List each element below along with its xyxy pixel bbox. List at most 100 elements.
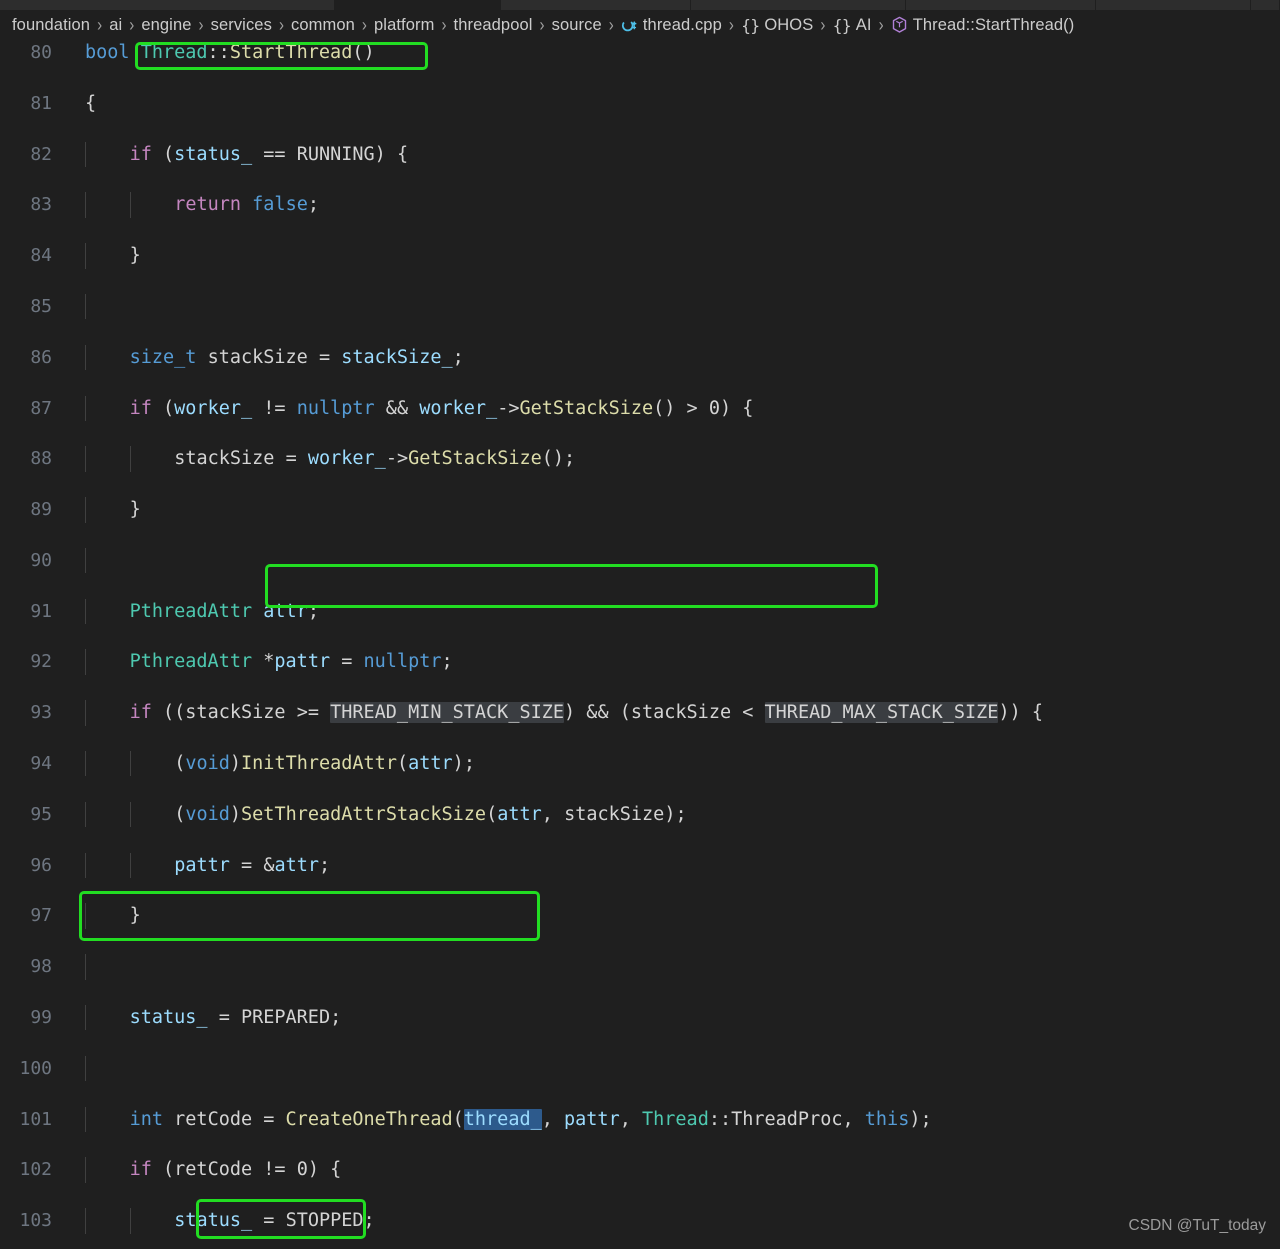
line-number: 94 — [30, 753, 52, 775]
code-line[interactable]: 85 — [0, 293, 1280, 320]
breadcrumb-item-label: threadpool — [453, 15, 533, 34]
breadcrumb-separator: › — [878, 14, 884, 36]
breadcrumb-item-services[interactable]: services — [211, 16, 272, 35]
code-text: (void)SetThreadAttrStackSize(attr, stack… — [174, 803, 687, 825]
indent-guide — [85, 1157, 86, 1183]
breadcrumb-item-ai[interactable]: ai — [109, 16, 122, 35]
breadcrumb-separator: › — [539, 14, 545, 36]
line-number: 83 — [30, 194, 52, 216]
indent-guide — [85, 649, 86, 675]
indent-guide — [85, 1208, 86, 1234]
code-line[interactable]: 81 { — [0, 91, 1280, 116]
code-line[interactable]: 102 if (retCode != 0) { — [0, 1157, 1280, 1183]
code-line[interactable]: 87 if (worker_ != nullptr && worker_->Get… — [0, 395, 1280, 421]
breadcrumb-separator: › — [278, 14, 285, 36]
code-line[interactable]: 88 stackSize = worker_->GetStackSize(); — [0, 446, 1280, 472]
line-number: 82 — [30, 143, 52, 165]
code-line[interactable]: 82 if (status_ == RUNNING) { — [0, 141, 1280, 167]
breadcrumb-separator: › — [608, 14, 614, 36]
breadcrumb-item-label: platform — [374, 15, 435, 34]
indent-guide — [129, 801, 131, 828]
line-number: 102 — [19, 1159, 52, 1181]
code-line[interactable]: 99 status_ = PREPARED; — [0, 1005, 1280, 1031]
code-text: int retCode = CreateOneThread(thread_, p… — [129, 1108, 932, 1130]
indent-guide — [85, 141, 86, 167]
code-text: if (status_ == RUNNING) { — [129, 143, 409, 165]
indent-guide — [85, 852, 86, 879]
breadcrumb-item-label: AI — [855, 15, 872, 34]
editor-tab[interactable] — [0, 0, 335, 10]
breadcrumb-item-ohos[interactable]: {} OHOS — [741, 16, 813, 35]
breadcrumb[interactable]: foundation › ai › engine › services › common › pla… — [0, 10, 1280, 40]
breadcrumb-item-threadpool[interactable]: threadpool — [454, 16, 533, 35]
code-line[interactable]: 93 if ((stackSize >= THREAD_MIN_STACK_SIZ… — [0, 700, 1280, 726]
breadcrumb-item-ai[interactable]: {} AI — [832, 16, 871, 35]
editor-tab[interactable] — [691, 0, 906, 10]
code-line[interactable]: 86 size_t stackSize = stackSize_; — [0, 344, 1280, 371]
code-line[interactable]: 80 bool Thread::StartThread() — [0, 40, 1280, 65]
code-line[interactable]: 92 PthreadAttr *pattr = nullptr; — [0, 649, 1280, 675]
breadcrumb-separator: › — [441, 14, 447, 36]
code-line[interactable]: 83 return false; — [0, 192, 1280, 218]
breadcrumb-item-engine[interactable]: engine — [141, 16, 191, 35]
code-text: status_ = STOPPED; — [174, 1210, 375, 1232]
code-text: stackSize = worker_->GetStackSize(); — [174, 448, 576, 470]
line-number: 101 — [19, 1108, 52, 1130]
code-line[interactable]: 89} — [0, 497, 1280, 523]
line-number: 92 — [30, 651, 52, 673]
code-line[interactable]: 91 PthreadAttr attr; — [0, 598, 1280, 625]
breadcrumb-item-platform[interactable]: platform — [374, 16, 434, 35]
indent-guide — [129, 1208, 131, 1234]
breadcrumb-item-label: source — [551, 15, 602, 34]
namespace-braces-icon: {} — [832, 15, 851, 35]
code-line[interactable]: 90 — [0, 547, 1280, 574]
code-line[interactable]: 94 (void)InitThreadAttr(attr); — [0, 751, 1280, 777]
breadcrumb-item-label: foundation — [12, 15, 91, 34]
breadcrumb-item-label: ai — [109, 15, 123, 34]
indent-guide — [129, 192, 131, 218]
breadcrumb-item-label: OHOS — [764, 15, 814, 34]
code-line[interactable]: 96 pattr = &attr; — [0, 852, 1280, 879]
code-line[interactable]: 84} — [0, 243, 1280, 269]
code-line[interactable]: 97} — [0, 903, 1280, 929]
editor-tab[interactable] — [1251, 0, 1280, 10]
editor-tab[interactable] — [335, 0, 501, 10]
editor-tab-strip[interactable] — [0, 0, 1280, 10]
indent-guide — [85, 1106, 86, 1132]
editor-tab[interactable] — [501, 0, 691, 10]
editor-tab[interactable] — [1096, 0, 1251, 10]
code-line[interactable]: 103 status_ = STOPPED; — [0, 1208, 1280, 1234]
indent-guide — [85, 1005, 86, 1031]
line-number: 81 — [30, 92, 52, 114]
line-number: 100 — [19, 1057, 52, 1079]
indent-guide — [129, 852, 131, 879]
code-content[interactable]: 80 bool Thread::StartThread()81 {82 if (sta… — [0, 40, 1280, 1249]
breadcrumb-separator: › — [361, 14, 368, 36]
code-line[interactable]: 98 — [0, 954, 1280, 980]
line-number: 90 — [30, 549, 52, 571]
breadcrumb-item-foundation[interactable]: foundation — [12, 16, 90, 35]
code-text: if (worker_ != nullptr && worker_->GetSt… — [129, 397, 754, 419]
code-text: size_t stackSize = stackSize_; — [129, 346, 464, 368]
code-text: status_ = PREPARED; — [129, 1007, 342, 1029]
indent-guide — [85, 446, 86, 472]
indent-guide — [85, 344, 86, 371]
code-line[interactable]: 101 int retCode = CreateOneThread(thread_… — [0, 1106, 1280, 1132]
breadcrumb-item-common[interactable]: common — [291, 16, 355, 35]
breadcrumb-item-label: Thread::StartThread() — [912, 15, 1075, 34]
indent-guide — [85, 598, 86, 625]
code-text: PthreadAttr attr; — [129, 600, 319, 622]
breadcrumb-item-source[interactable]: source — [552, 16, 602, 35]
breadcrumb-item-label: common — [291, 15, 355, 34]
watermark: CSDN @TuT_today — [1128, 1217, 1266, 1234]
indent-guide — [85, 547, 86, 574]
line-number: 80 — [30, 42, 52, 63]
code-line[interactable]: 100 — [0, 1055, 1280, 1082]
code-text: } — [129, 499, 141, 521]
code-editor[interactable]: 80 bool Thread::StartThread()81 {82 if (sta… — [0, 40, 1280, 1249]
code-text: if ((stackSize >= THREAD_MIN_STACK_SIZE)… — [129, 702, 1043, 724]
breadcrumb-item-thread-startthread[interactable]: Thread::StartThread() — [891, 16, 1075, 35]
code-line[interactable]: 95 (void)SetThreadAttrStackSize(attr, sta… — [0, 801, 1280, 828]
breadcrumb-item-thread-cpp[interactable]: thread.cpp — [621, 16, 722, 35]
editor-tab[interactable] — [906, 0, 1096, 10]
